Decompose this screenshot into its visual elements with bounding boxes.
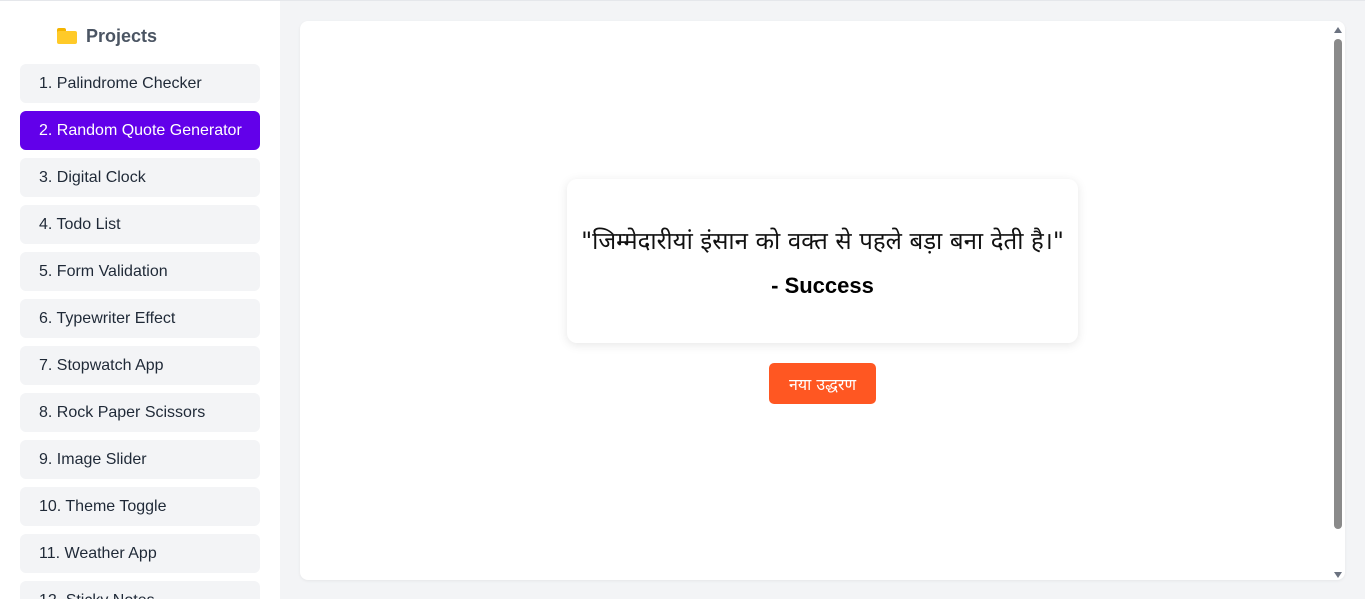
sidebar-item-stopwatch-app[interactable]: 7. Stopwatch App — [20, 346, 260, 385]
quote-author: - Success — [771, 272, 874, 298]
sidebar-item-typewriter-effect[interactable]: 6. Typewriter Effect — [20, 299, 260, 338]
sidebar-item-digital-clock[interactable]: 3. Digital Clock — [20, 158, 260, 197]
sidebar-item-theme-toggle[interactable]: 10. Theme Toggle — [20, 487, 260, 526]
sidebar-item-weather-app[interactable]: 11. Weather App — [20, 534, 260, 573]
sidebar-item-image-slider[interactable]: 9. Image Slider — [20, 440, 260, 479]
folder-icon — [57, 28, 77, 44]
project-list: 1. Palindrome Checker 2. Random Quote Ge… — [20, 64, 260, 599]
sidebar-item-sticky-notes[interactable]: 12. Sticky Notes — [20, 581, 260, 599]
sidebar-header: Projects — [20, 18, 260, 54]
scroll-thumb[interactable] — [1334, 39, 1342, 529]
main-content: "जिम्मेदारीयां इंसान को वक्त से पहले बड़… — [280, 1, 1365, 599]
sidebar-title: Projects — [86, 25, 158, 46]
sidebar-item-todo-list[interactable]: 4. Todo List — [20, 205, 260, 244]
quote-text: "जिम्मेदारीयां इंसान को वक्त से पहले बड़… — [581, 226, 1064, 255]
sidebar: Projects 1. Palindrome Checker 2. Random… — [0, 1, 280, 599]
sidebar-item-palindrome-checker[interactable]: 1. Palindrome Checker — [20, 64, 260, 103]
scroll-down-arrow-icon[interactable] — [1334, 572, 1342, 578]
scroll-up-arrow-icon[interactable] — [1334, 27, 1342, 33]
new-quote-button[interactable]: नया उद्धरण — [768, 363, 877, 404]
project-frame: "जिम्मेदारीयां इंसान को वक्त से पहले बड़… — [300, 21, 1345, 580]
sidebar-item-form-validation[interactable]: 5. Form Validation — [20, 252, 260, 291]
quote-card: "जिम्मेदारीयां इंसान को वक्त से पहले बड़… — [567, 179, 1078, 343]
sidebar-item-rock-paper-scissors[interactable]: 8. Rock Paper Scissors — [20, 393, 260, 432]
scrollbar[interactable] — [1331, 21, 1345, 580]
sidebar-item-random-quote-generator[interactable]: 2. Random Quote Generator — [20, 111, 260, 150]
app-window: Projects 1. Palindrome Checker 2. Random… — [0, 0, 1365, 599]
